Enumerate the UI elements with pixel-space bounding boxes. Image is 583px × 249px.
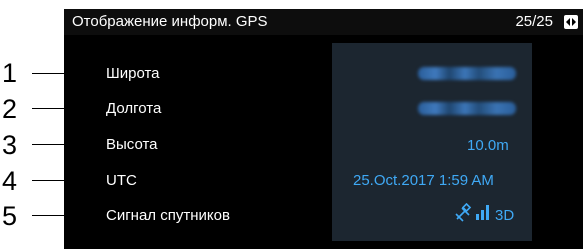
satellite-signal-label: Сигнал спутников [106,207,230,224]
callout-leader-3 [32,144,106,145]
utc-value: 25.Oct.2017 1:59 AM [353,172,494,189]
satellite-icon [455,203,472,222]
latitude-value-blurred [418,67,516,80]
page-indicator: 25/25 [515,13,553,30]
callout-leader-5 [32,215,106,216]
callout-2: 2 [2,94,18,124]
longitude-label: Долгота [106,100,162,117]
callout-leader-4 [32,180,106,181]
callout-4: 4 [2,166,18,196]
callout-5: 5 [2,201,18,231]
page-title: Отображение информ. GPS [72,13,268,30]
callout-1: 1 [2,58,18,88]
callout-3: 3 [2,130,18,160]
signal-bars-icon [476,205,489,220]
altitude-value: 10.0m [467,137,509,154]
title-bar: Отображение информ. GPS 25/25 [64,9,583,35]
latitude-label: Широта [106,65,160,82]
callout-leader-1 [32,73,106,74]
utc-label: UTC [106,172,137,189]
callout-leader-2 [32,108,106,109]
page-nav-icon[interactable] [564,15,578,29]
satellite-signal-value: 3D [495,207,515,224]
longitude-value-blurred [418,102,516,115]
altitude-label: Высота [106,136,158,153]
